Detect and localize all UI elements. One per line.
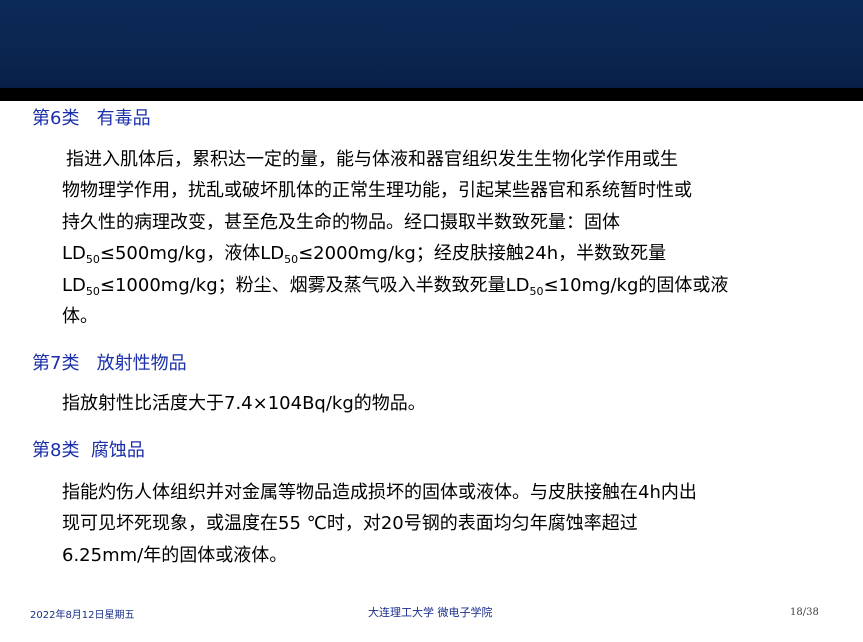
ld-subscript: 50 [85, 284, 100, 298]
body-line-ld-1: LD50≤500mg/kg，液体LD50≤2000mg/kg；经皮肤接触24h，… [62, 238, 832, 269]
body-line: 物物理学作用，扰乱或破坏肌体的正常生理功能，引起某些器官和系统暂时性或 [62, 180, 692, 202]
footer-page-number: 18/38 [790, 607, 819, 618]
ld-text: LD [62, 243, 86, 265]
footer-institution: 大连理工大学 微电子学院 [368, 606, 493, 619]
section-title-radioactive: 第7类 放射性物品 [32, 353, 187, 374]
ld-text: ≤10mg/kg的固体或液 [543, 274, 729, 296]
body-line: 持久性的病理改变，甚至危及生命的物品。经口摄取半数致死量：固体 [62, 211, 620, 233]
ld-subscript: 50 [529, 284, 544, 298]
body-line-ld-2: LD50≤1000mg/kg；粉尘、烟雾及蒸气吸入半数致死量LD50≤10mg/… [62, 270, 832, 301]
body-line: 现可见坏死现象，或温度在55 ℃时，对20号钢的表面均匀年腐蚀率超过 [62, 513, 638, 535]
ld-subscript: 50 [284, 253, 299, 267]
ld-text: LD [62, 274, 86, 296]
section-body-radioactive: 指放射性比活度大于7.4×104Bq/kg的物品。 [62, 388, 832, 419]
header-rule [0, 88, 863, 101]
section-body-toxic: 指进入肌体后，累积达一定的量，能与体液和器官组织发生生物化学作用或生 物物理学作… [62, 144, 832, 332]
body-line: 指放射性比活度大于7.4×104Bq/kg的物品。 [62, 393, 426, 414]
ld-subscript: 50 [85, 253, 100, 267]
ld-text: ≤1000mg/kg；粉尘、烟雾及蒸气吸入半数致死量LD [99, 274, 530, 296]
body-line: 指进入肌体后，累积达一定的量，能与体液和器官组织发生生物化学作用或生 [66, 149, 678, 170]
section-title-corrosive: 第8类 腐蚀品 [32, 440, 145, 461]
ld-text: ≤500mg/kg，液体LD [99, 243, 285, 265]
section-title-toxic: 第6类 有毒品 [32, 108, 151, 129]
header-band [0, 0, 863, 88]
ld-text: ≤2000mg/kg；经皮肤接触24h，半数致死量 [298, 243, 667, 265]
body-line: 体。 [62, 306, 98, 328]
footer-date: 2022年8月12日星期五 [30, 610, 135, 621]
section-body-corrosive: 指能灼伤人体组织并对金属等物品造成损坏的固体或液体。与皮肤接触在4h内出 现可见… [62, 477, 832, 571]
body-line: 6.25mm/年的固体或液体。 [62, 544, 288, 566]
body-line: 指能灼伤人体组织并对金属等物品造成损坏的固体或液体。与皮肤接触在4h内出 [62, 482, 697, 503]
